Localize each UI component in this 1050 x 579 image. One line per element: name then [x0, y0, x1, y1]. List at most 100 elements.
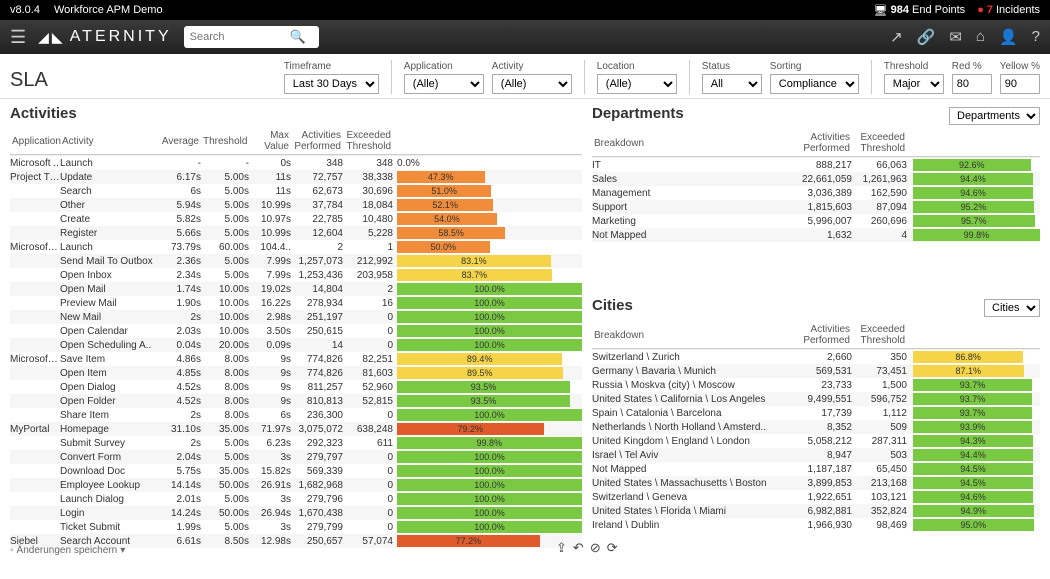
- table-row[interactable]: Other5.94s5.00s10.99s37,78418,08452.1%: [10, 198, 582, 212]
- col-exceeded[interactable]: Exceeded Threshold: [343, 130, 393, 152]
- table-row[interactable]: Search6s5.00s11s62,67330,69651.0%: [10, 184, 582, 198]
- table-row[interactable]: Microsoft SharePointSave Item4.86s8.00s9…: [10, 352, 582, 366]
- col-exceeded[interactable]: Exceeded Threshold: [852, 132, 907, 154]
- table-row[interactable]: Open Calendar2.03s10.00s3.50s250,6150100…: [10, 324, 582, 338]
- table-row[interactable]: Netherlands \ North Holland \ Amsterd..8…: [592, 420, 1040, 434]
- table-row[interactable]: Switzerland \ Geneva1,922,651103,12194.6…: [592, 490, 1040, 504]
- table-row[interactable]: Management3,036,389162,59094.6%: [592, 186, 1040, 200]
- compliance-bar: 87.1%: [913, 365, 1040, 377]
- table-row[interactable]: Switzerland \ Zurich2,66035086.8%: [592, 350, 1040, 364]
- col-breakdown[interactable]: Breakdown: [592, 138, 792, 149]
- table-row[interactable]: New Mail2s10.00s2.98s251,1970100.0%: [10, 310, 582, 324]
- refresh-icon[interactable]: ⟳: [607, 540, 618, 556]
- location-select[interactable]: (Alle): [597, 74, 677, 94]
- table-row[interactable]: Germany \ Bavaria \ Munich569,53173,4518…: [592, 364, 1040, 378]
- table-row[interactable]: United States \ California \ Los Angeles…: [592, 392, 1040, 406]
- table-row[interactable]: Open Item4.85s8.00s9s774,82681,60389.5%: [10, 366, 582, 380]
- table-row[interactable]: Project TrackerUpdate6.17s5.00s11s72,757…: [10, 170, 582, 184]
- red-input[interactable]: [952, 74, 992, 94]
- timeframe-select[interactable]: Last 30 Days: [284, 74, 379, 94]
- user-icon[interactable]: 👤: [999, 28, 1018, 46]
- table-row[interactable]: IT888,21766,06392.6%: [592, 158, 1040, 172]
- table-row[interactable]: Not Mapped1,632499.8%: [592, 228, 1040, 242]
- table-row[interactable]: Ticket Submit1.99s5.00s3s279,7990100.0%: [10, 520, 582, 534]
- menu-icon[interactable]: ☰: [10, 27, 26, 48]
- link-icon[interactable]: 🔗: [917, 28, 936, 46]
- cities-grid[interactable]: Switzerland \ Zurich2,66035086.8%Germany…: [592, 349, 1040, 573]
- mail-icon[interactable]: ✉: [949, 28, 962, 46]
- table-row[interactable]: Preview Mail1.90s10.00s16.22s278,9341610…: [10, 296, 582, 310]
- table-row[interactable]: Send Mail To Outbox2.36s5.00s7.99s1,257,…: [10, 254, 582, 268]
- yellow-input[interactable]: [1000, 74, 1040, 94]
- table-row[interactable]: Russia \ Moskva (city) \ Moscow23,7331,5…: [592, 378, 1040, 392]
- col-performed[interactable]: Activities Performed: [792, 324, 852, 346]
- activities-grid[interactable]: Microsoft ..Launch--0s3483480.0%Project …: [10, 155, 582, 573]
- compliance-bar: 93.7%: [913, 407, 1040, 419]
- activity-select[interactable]: (Alle): [492, 74, 572, 94]
- table-row[interactable]: Microsoft OutlookLaunch73.79s60.00s104.4…: [10, 240, 582, 254]
- col-max[interactable]: Max Value: [249, 130, 291, 152]
- table-row[interactable]: Share Item2s8.00s6s236,3000100.0%: [10, 408, 582, 422]
- table-row[interactable]: Submit Survey2s5.00s6.23s292,32361199.8%: [10, 436, 582, 450]
- col-exceeded[interactable]: Exceeded Threshold: [852, 324, 907, 346]
- home-icon[interactable]: ⌂: [976, 28, 985, 46]
- incidents-indicator[interactable]: ● 7 Incidents: [977, 4, 1040, 16]
- endpoints-indicator[interactable]: 🖥 984 End Points: [874, 4, 966, 17]
- table-row[interactable]: Israel \ Tel Aviv8,94750394.4%: [592, 448, 1040, 462]
- table-row[interactable]: Marketing5,996,007260,69695.7%: [592, 214, 1040, 228]
- table-row[interactable]: Register5.66s5.00s10.99s12,6045,22858.5%: [10, 226, 582, 240]
- table-row[interactable]: Open Scheduling A..0.04s20.00s0.09s14010…: [10, 338, 582, 352]
- col-activity[interactable]: Activity: [60, 136, 156, 147]
- cell-activity: Open Item: [60, 368, 156, 379]
- export-icon[interactable]: ⇪: [556, 540, 567, 556]
- bar-fill: 93.5%: [397, 395, 570, 407]
- col-application[interactable]: Application: [10, 136, 60, 147]
- table-row[interactable]: Not Mapped1,187,18765,45094.5%: [592, 462, 1040, 476]
- col-average[interactable]: Average: [156, 136, 201, 147]
- search-box[interactable]: 🔍: [184, 26, 319, 48]
- table-row[interactable]: Spain \ Catalonia \ Barcelona17,7391,112…: [592, 406, 1040, 420]
- col-breakdown[interactable]: Breakdown: [592, 330, 792, 341]
- table-row[interactable]: United Kingdom \ England \ London5,058,2…: [592, 434, 1040, 448]
- bar-fill: 93.7%: [913, 407, 1032, 419]
- share-icon[interactable]: ↗: [890, 28, 903, 46]
- sorting-select[interactable]: Compliance: [770, 74, 859, 94]
- bar-fill: 94.6%: [913, 187, 1033, 199]
- table-row[interactable]: Open Inbox2.34s5.00s7.99s1,253,436203,95…: [10, 268, 582, 282]
- table-row[interactable]: Ireland \ Dublin1,966,93098,46995.0%: [592, 518, 1040, 532]
- cell-exceeded: 0: [343, 410, 393, 421]
- departments-select[interactable]: Departments: [949, 107, 1040, 125]
- table-row[interactable]: Sales22,661,0591,261,96394.4%: [592, 172, 1040, 186]
- table-row[interactable]: MyPortalHomepage31.10s35.00s71.97s3,075,…: [10, 422, 582, 436]
- table-row[interactable]: Open Folder4.52s8.00s9s810,81352,81593.5…: [10, 394, 582, 408]
- col-performed[interactable]: Activities Performed: [792, 132, 852, 154]
- table-row[interactable]: Open Mail1.74s10.00s19.02s14,8042100.0%: [10, 282, 582, 296]
- help-icon[interactable]: ?: [1032, 28, 1040, 46]
- table-row[interactable]: Launch Dialog2.01s5.00s3s279,7960100.0%: [10, 492, 582, 506]
- cities-select[interactable]: Cities: [984, 299, 1040, 317]
- application-select[interactable]: (Alle): [404, 74, 484, 94]
- table-row[interactable]: United States \ Massachusetts \ Boston3,…: [592, 476, 1040, 490]
- search-icon[interactable]: 🔍: [290, 29, 306, 45]
- footer-save[interactable]: ◦ Änderungen speichern ▾: [10, 545, 125, 556]
- table-row[interactable]: Download Doc5.75s35.00s15.82s569,3390100…: [10, 464, 582, 478]
- departments-grid[interactable]: IT888,21766,06392.6%Sales22,661,0591,261…: [592, 157, 1040, 285]
- col-threshold[interactable]: Threshold: [201, 136, 249, 147]
- table-row[interactable]: Microsoft ..Launch--0s3483480.0%: [10, 156, 582, 170]
- table-row[interactable]: Support1,815,60387,09495.2%: [592, 200, 1040, 214]
- table-row[interactable]: Create5.82s5.00s10.97s22,78510,48054.0%: [10, 212, 582, 226]
- threshold-select[interactable]: Major: [884, 74, 944, 94]
- undo-icon[interactable]: ↶: [573, 540, 584, 556]
- table-row[interactable]: Open Dialog4.52s8.00s9s811,25752,96093.5…: [10, 380, 582, 394]
- col-performed[interactable]: Activities Performed: [291, 130, 343, 152]
- status-select[interactable]: All: [702, 74, 762, 94]
- table-row[interactable]: Login14.24s50.00s26.94s1,670,4380100.0%: [10, 506, 582, 520]
- table-row[interactable]: Convert Form2.04s5.00s3s279,7970100.0%: [10, 450, 582, 464]
- cell-threshold: 5.00s: [201, 522, 249, 533]
- table-row[interactable]: Employee Lookup14.14s50.00s26.91s1,682,9…: [10, 478, 582, 492]
- reset-icon[interactable]: ⊘: [590, 540, 601, 556]
- table-row[interactable]: United States \ Florida \ Miami6,982,881…: [592, 504, 1040, 518]
- search-input[interactable]: [190, 31, 290, 43]
- cell-application: Microsoft ..: [10, 158, 60, 169]
- brand-logo[interactable]: ◢◣ ATERNITY: [38, 28, 171, 46]
